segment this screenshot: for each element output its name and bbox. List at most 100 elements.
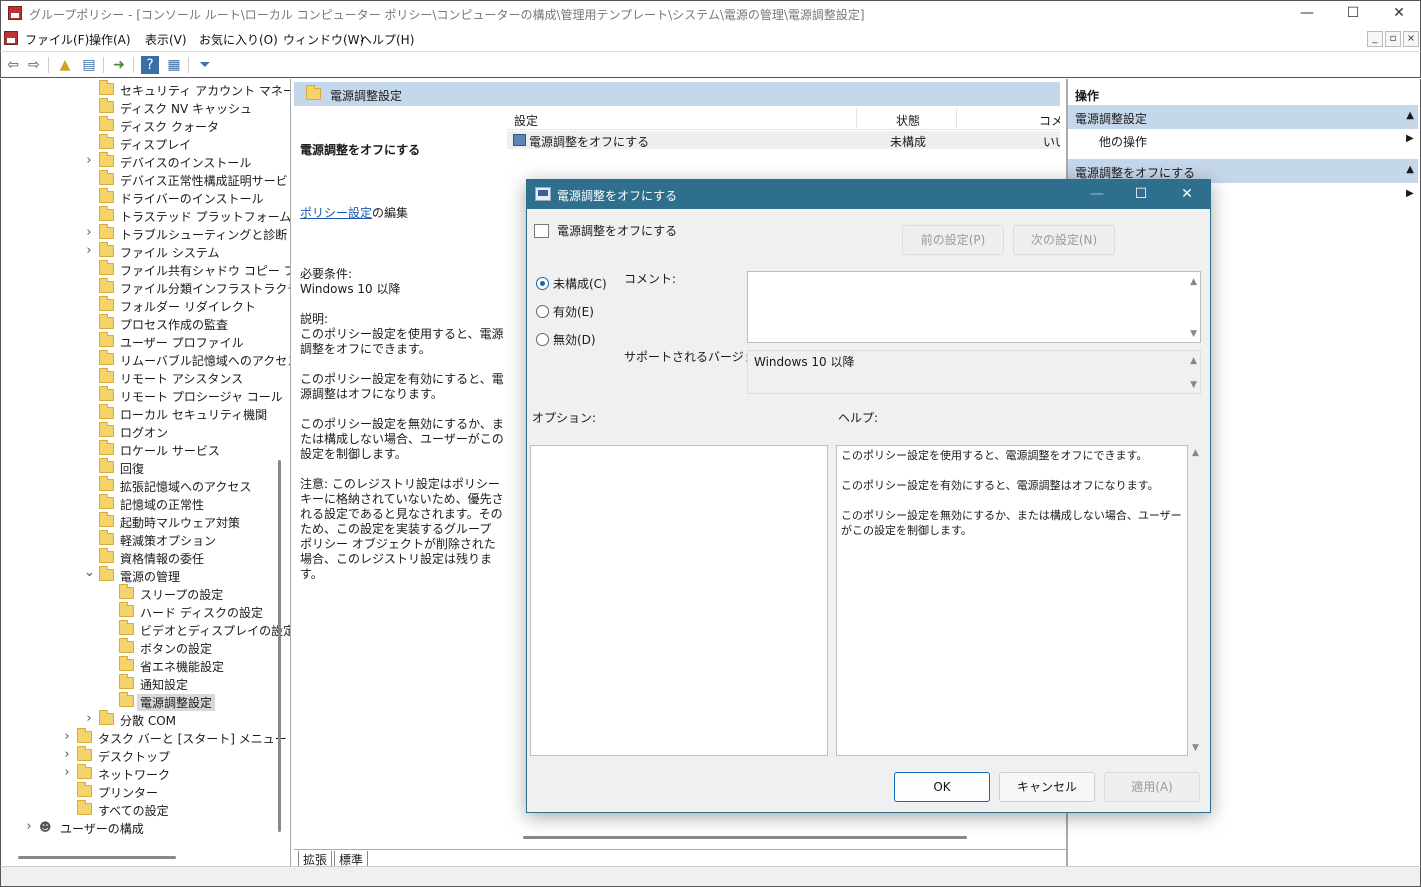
tree-item[interactable]: 資格情報の委任: [1, 548, 281, 567]
tree-item[interactable]: 通知設定: [1, 674, 281, 693]
tree-item[interactable]: 軽減策オプション: [1, 530, 281, 549]
chevron-right-icon[interactable]: ›: [24, 819, 34, 834]
up-folder-icon[interactable]: ▲: [56, 56, 74, 74]
tree-item[interactable]: 電源調整設定: [1, 692, 281, 711]
column-setting[interactable]: 設定: [514, 112, 538, 129]
tree-item[interactable]: › ☻ ユーザーの構成: [1, 819, 281, 837]
tree-item[interactable]: › デスクトップ: [1, 746, 281, 765]
radio-enabled[interactable]: [536, 305, 549, 318]
radio-not-configured-label[interactable]: 未構成(C): [553, 275, 607, 292]
tree-item[interactable]: ビデオとディスプレイの設定: [1, 620, 290, 639]
tree-item[interactable]: ローカル セキュリティ機関: [1, 404, 281, 423]
scroll-up-arrow-icon[interactable]: ▲: [1190, 277, 1197, 287]
menu-help[interactable]: ヘルプ(H): [360, 31, 414, 48]
tree-item[interactable]: 省エネ機能設定: [1, 656, 281, 675]
dialog-maximize-button[interactable]: ☐: [1121, 183, 1161, 205]
tree-item[interactable]: 起動時マルウェア対策: [1, 512, 281, 531]
apply-button[interactable]: 適用(A): [1104, 772, 1200, 802]
tree-item[interactable]: セキュリティ アカウント マネージャー: [1, 80, 290, 99]
show-hide-tree-icon[interactable]: ▤: [80, 56, 98, 74]
dialog-minimize-button[interactable]: —: [1077, 183, 1117, 205]
tree-item[interactable]: ユーザー プロファイル: [1, 332, 281, 351]
tab-extended[interactable]: 拡張: [298, 851, 333, 867]
scroll-down-arrow-icon[interactable]: ▼: [1190, 329, 1197, 339]
previous-setting-button[interactable]: 前の設定(P): [902, 225, 1004, 255]
tree-item[interactable]: デバイス正常性構成証明サービ: [1, 170, 288, 189]
ok-button[interactable]: OK: [894, 772, 990, 802]
export-list-icon[interactable]: ➜: [110, 56, 128, 74]
tree-item[interactable]: リムーバブル記憶域へのアクセス: [1, 350, 290, 369]
forward-arrow-icon[interactable]: ⇨: [25, 56, 43, 74]
collapse-up-icon[interactable]: ▲: [1406, 164, 1414, 175]
tree-item[interactable]: ログオン: [1, 422, 281, 441]
details-horizontal-scrollbar[interactable]: [523, 836, 967, 839]
tree-item[interactable]: ディスク NV キャッシュ: [1, 98, 281, 117]
minimize-button[interactable]: —: [1284, 1, 1330, 26]
tree-item[interactable]: トラステッド プラットフォーム モジュー: [1, 206, 290, 225]
cancel-button[interactable]: キャンセル: [999, 772, 1095, 802]
radio-not-configured[interactable]: [536, 277, 549, 290]
window-title-bar[interactable]: グループポリシー - [コンソール ルート\ローカル コンピューター ポリシー\…: [0, 0, 1421, 26]
tree-item[interactable]: › タスク バーと [スタート] メニュー: [1, 728, 287, 747]
chevron-right-icon[interactable]: ›: [84, 225, 94, 240]
tree-item[interactable]: › ファイル システム: [1, 242, 281, 261]
scroll-up-arrow-icon[interactable]: ▲: [1190, 356, 1197, 366]
more-actions-item[interactable]: 他の操作: [1099, 133, 1147, 150]
menu-window[interactable]: ウィンドウ(W): [283, 31, 364, 48]
help-scroll-up-icon[interactable]: ▲: [1192, 448, 1199, 458]
filter-icon[interactable]: ⏷: [196, 56, 214, 74]
chevron-right-icon[interactable]: ›: [62, 747, 72, 762]
tree-item[interactable]: ロケール サービス: [1, 440, 281, 459]
mdi-close-button[interactable]: ×: [1403, 31, 1419, 47]
back-arrow-icon[interactable]: ⇦: [4, 56, 22, 74]
setting-row[interactable]: 電源調整をオフにする 未構成 いい: [507, 131, 1060, 149]
tree-item[interactable]: ハード ディスクの設定: [1, 602, 281, 621]
dialog-title-bar[interactable]: 電源調整をオフにする — ☐ ✕: [527, 180, 1210, 209]
tree-item[interactable]: ⌄ 電源の管理: [1, 565, 281, 585]
tree-item[interactable]: › デバイスのインストール: [1, 152, 281, 171]
show-action-pane-icon[interactable]: ▦: [165, 56, 183, 74]
next-setting-button[interactable]: 次の設定(N): [1013, 225, 1115, 255]
edit-policy-link[interactable]: ポリシー設定: [300, 206, 372, 220]
tree-item[interactable]: ボタンの設定: [1, 638, 281, 657]
menu-favorites[interactable]: お気に入り(O): [199, 31, 278, 48]
radio-disabled[interactable]: [536, 333, 549, 346]
tree-item[interactable]: ディスプレイ: [1, 134, 281, 153]
tree-item[interactable]: 回復: [1, 458, 281, 477]
column-divider[interactable]: [856, 108, 857, 128]
menu-action[interactable]: 操作(A): [89, 31, 131, 48]
help-scroll-down-icon[interactable]: ▼: [1192, 743, 1199, 753]
dialog-close-button[interactable]: ✕: [1167, 183, 1207, 205]
tree-item[interactable]: › トラブルシューティングと診断: [1, 224, 287, 243]
chevron-right-icon[interactable]: ›: [62, 765, 72, 780]
tab-standard[interactable]: 標準: [334, 851, 369, 867]
comment-textarea[interactable]: ▲ ▼: [747, 271, 1201, 343]
radio-enabled-label[interactable]: 有効(E): [553, 303, 594, 320]
collapse-up-icon[interactable]: ▲: [1406, 110, 1414, 121]
radio-disabled-label[interactable]: 無効(D): [553, 331, 596, 348]
tree-item[interactable]: ファイル共有シャドウ コピー プロバ: [1, 260, 290, 279]
menu-file[interactable]: ファイル(F): [25, 31, 89, 48]
scroll-down-arrow-icon[interactable]: ▼: [1190, 380, 1197, 390]
mdi-minimize-button[interactable]: _: [1367, 31, 1383, 47]
menu-view[interactable]: 表示(V): [145, 31, 187, 48]
tree-item[interactable]: プロセス作成の監査: [1, 314, 281, 333]
tree-item[interactable]: リモート プロシージャ コール: [1, 386, 283, 405]
tree-item[interactable]: › ネットワーク: [1, 764, 281, 783]
tree-item[interactable]: › 分散 COM: [1, 710, 281, 729]
column-state[interactable]: 状態: [896, 112, 920, 129]
chevron-right-icon[interactable]: ›: [84, 711, 94, 726]
column-comment[interactable]: コメン: [1039, 112, 1060, 129]
tree-item[interactable]: 拡張記憶域へのアクセス: [1, 476, 281, 495]
tree-item[interactable]: 記憶域の正常性: [1, 494, 281, 513]
tree-item[interactable]: フォルダー リダイレクト: [1, 296, 281, 315]
tree-item[interactable]: ディスク クォータ: [1, 116, 281, 135]
tree-item[interactable]: プリンター: [1, 782, 281, 801]
tree-vertical-scrollbar[interactable]: [278, 460, 281, 832]
chevron-right-icon[interactable]: ›: [84, 153, 94, 168]
chevron-right-icon[interactable]: ›: [84, 243, 94, 258]
column-divider[interactable]: [956, 108, 957, 128]
chevron-right-icon[interactable]: ›: [62, 729, 72, 744]
help-icon[interactable]: ?: [141, 56, 159, 74]
tree-item[interactable]: ドライバーのインストール: [1, 188, 281, 207]
